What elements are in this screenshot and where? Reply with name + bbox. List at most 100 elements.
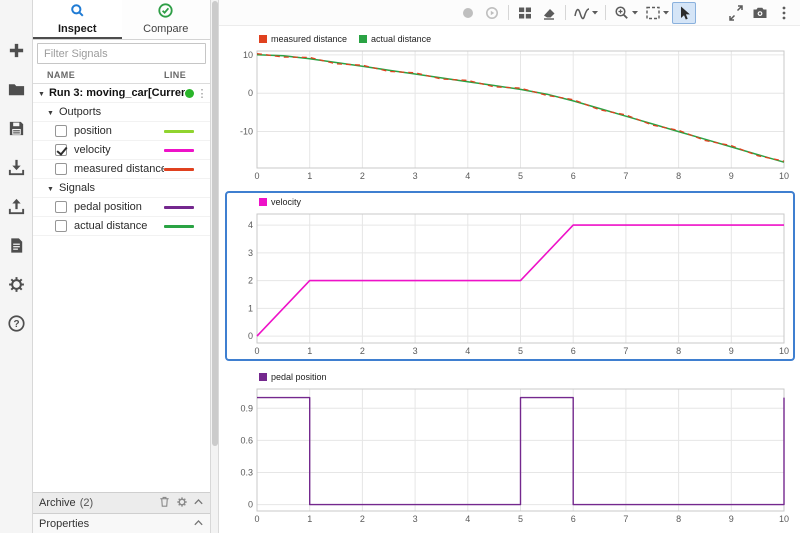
svg-text:2: 2 <box>360 346 365 356</box>
subplot-layout-icon[interactable] <box>513 2 537 24</box>
export-icon[interactable] <box>6 196 26 216</box>
collapse-caret-icon[interactable] <box>47 182 54 194</box>
svg-text:4: 4 <box>465 171 470 181</box>
svg-text:5: 5 <box>518 346 523 356</box>
plot-canvas[interactable]: 01234567891001234 <box>229 209 791 358</box>
svg-text:1: 1 <box>307 171 312 181</box>
group-row[interactable]: Signals <box>33 179 210 198</box>
tab-inspect[interactable]: Inspect <box>33 0 122 39</box>
expand-properties-chevron-icon[interactable] <box>193 518 204 530</box>
archive-count: (2) <box>80 497 93 509</box>
trash-icon[interactable] <box>158 495 171 511</box>
svg-text:9: 9 <box>729 514 734 524</box>
legend-swatch-icon <box>259 373 267 381</box>
svg-text:2: 2 <box>360 514 365 524</box>
signal-line-swatch <box>164 149 194 152</box>
tab-compare[interactable]: Compare <box>122 0 211 39</box>
record-icon[interactable] <box>456 2 480 24</box>
expand-fullscreen-icon[interactable] <box>724 2 748 24</box>
signal-generator-icon[interactable] <box>570 2 601 24</box>
simulation-data-inspector-window: ? Inspect Compare NAME LINE <box>0 0 800 533</box>
add-icon[interactable] <box>6 40 26 60</box>
signal-line-swatch <box>164 206 194 209</box>
legend-item: pedal position <box>259 372 327 382</box>
subplot-velocity-selected[interactable]: velocity 01234567891001234 <box>225 191 795 361</box>
legend-swatch-icon <box>359 35 367 43</box>
signal-name: position <box>74 125 164 137</box>
signal-row[interactable]: pedal position <box>33 198 210 217</box>
svg-text:7: 7 <box>623 514 628 524</box>
svg-text:2: 2 <box>360 171 365 181</box>
toolbar-divider <box>508 5 509 20</box>
collapse-caret-icon[interactable] <box>38 87 45 99</box>
plot-canvas[interactable]: 012345678910-10010 <box>229 46 791 183</box>
signal-row[interactable]: position <box>33 122 210 141</box>
archive-bar[interactable]: Archive (2) <box>33 492 210 513</box>
svg-text:?: ? <box>13 319 19 330</box>
save-icon[interactable] <box>6 118 26 138</box>
fit-to-view-icon[interactable] <box>641 2 672 24</box>
pointer-tool-icon[interactable] <box>672 2 696 24</box>
legend-item: actual distance <box>359 34 431 44</box>
filter-signals-input[interactable] <box>37 43 206 64</box>
preferences-gear-icon[interactable] <box>6 274 26 294</box>
svg-text:6: 6 <box>571 171 576 181</box>
svg-text:0: 0 <box>254 514 259 524</box>
svg-text:0.9: 0.9 <box>240 403 253 413</box>
chevron-down-icon <box>632 11 638 15</box>
signal-visibility-checkbox[interactable] <box>55 201 67 213</box>
svg-text:10: 10 <box>779 171 789 181</box>
sidebar-scrollbar[interactable] <box>211 0 219 533</box>
run-menu-icon[interactable] <box>194 87 210 100</box>
snapshot-camera-icon[interactable] <box>748 2 772 24</box>
svg-text:3: 3 <box>248 248 253 258</box>
svg-text:4: 4 <box>465 514 470 524</box>
svg-text:10: 10 <box>779 514 789 524</box>
svg-text:9: 9 <box>729 346 734 356</box>
plot-legend: velocity <box>229 194 791 209</box>
create-report-icon[interactable] <box>6 235 26 255</box>
signal-row[interactable]: measured distance <box>33 160 210 179</box>
zoom-in-icon[interactable] <box>610 2 641 24</box>
plot-toolbar <box>219 0 800 26</box>
collapse-caret-icon[interactable] <box>47 106 54 118</box>
toolbar-divider <box>605 5 606 20</box>
signal-line-swatch <box>164 225 194 228</box>
column-line: LINE <box>164 70 210 80</box>
plot-canvas[interactable]: 01234567891000.30.60.9 <box>229 384 791 526</box>
subplot-pedal-position[interactable]: pedal position 01234567891000.30.60.9 <box>225 366 795 529</box>
svg-text:10: 10 <box>243 50 253 60</box>
search-icon <box>70 3 85 21</box>
svg-text:6: 6 <box>571 514 576 524</box>
plot-legend: pedal position <box>229 369 791 384</box>
check-circle-icon <box>158 3 173 21</box>
scrollbar-thumb[interactable] <box>212 1 218 446</box>
run-row[interactable]: Run 3: moving_car[Current] <box>33 84 210 103</box>
collapse-archive-chevron-icon[interactable] <box>193 497 204 509</box>
archive-settings-gear-icon[interactable] <box>176 496 188 511</box>
signal-row[interactable]: velocity <box>33 141 210 160</box>
clear-plots-eraser-icon[interactable] <box>537 2 561 24</box>
help-icon[interactable]: ? <box>6 313 26 333</box>
signal-visibility-checkbox[interactable] <box>55 125 67 137</box>
chevron-down-icon <box>663 11 669 15</box>
more-options-icon[interactable] <box>772 2 796 24</box>
properties-bar[interactable]: Properties <box>33 513 210 533</box>
signal-row[interactable]: actual distance <box>33 217 210 236</box>
group-label: Outports <box>59 106 101 118</box>
replay-icon[interactable] <box>480 2 504 24</box>
group-row[interactable]: Outports <box>33 103 210 122</box>
signal-visibility-checkbox[interactable] <box>55 163 67 175</box>
open-folder-icon[interactable] <box>6 79 26 99</box>
signal-visibility-checkbox[interactable] <box>55 220 67 232</box>
import-icon[interactable] <box>6 157 26 177</box>
svg-text:7: 7 <box>623 171 628 181</box>
signal-name: actual distance <box>74 220 164 232</box>
tab-inspect-label: Inspect <box>58 23 97 35</box>
sidebar-tabs: Inspect Compare <box>33 0 210 40</box>
legend-swatch-icon <box>259 35 267 43</box>
subplot-measured-vs-actual[interactable]: measured distanceactual distance 0123456… <box>225 28 795 186</box>
svg-text:8: 8 <box>676 346 681 356</box>
signal-visibility-checkbox[interactable] <box>55 144 67 156</box>
svg-text:0: 0 <box>254 346 259 356</box>
